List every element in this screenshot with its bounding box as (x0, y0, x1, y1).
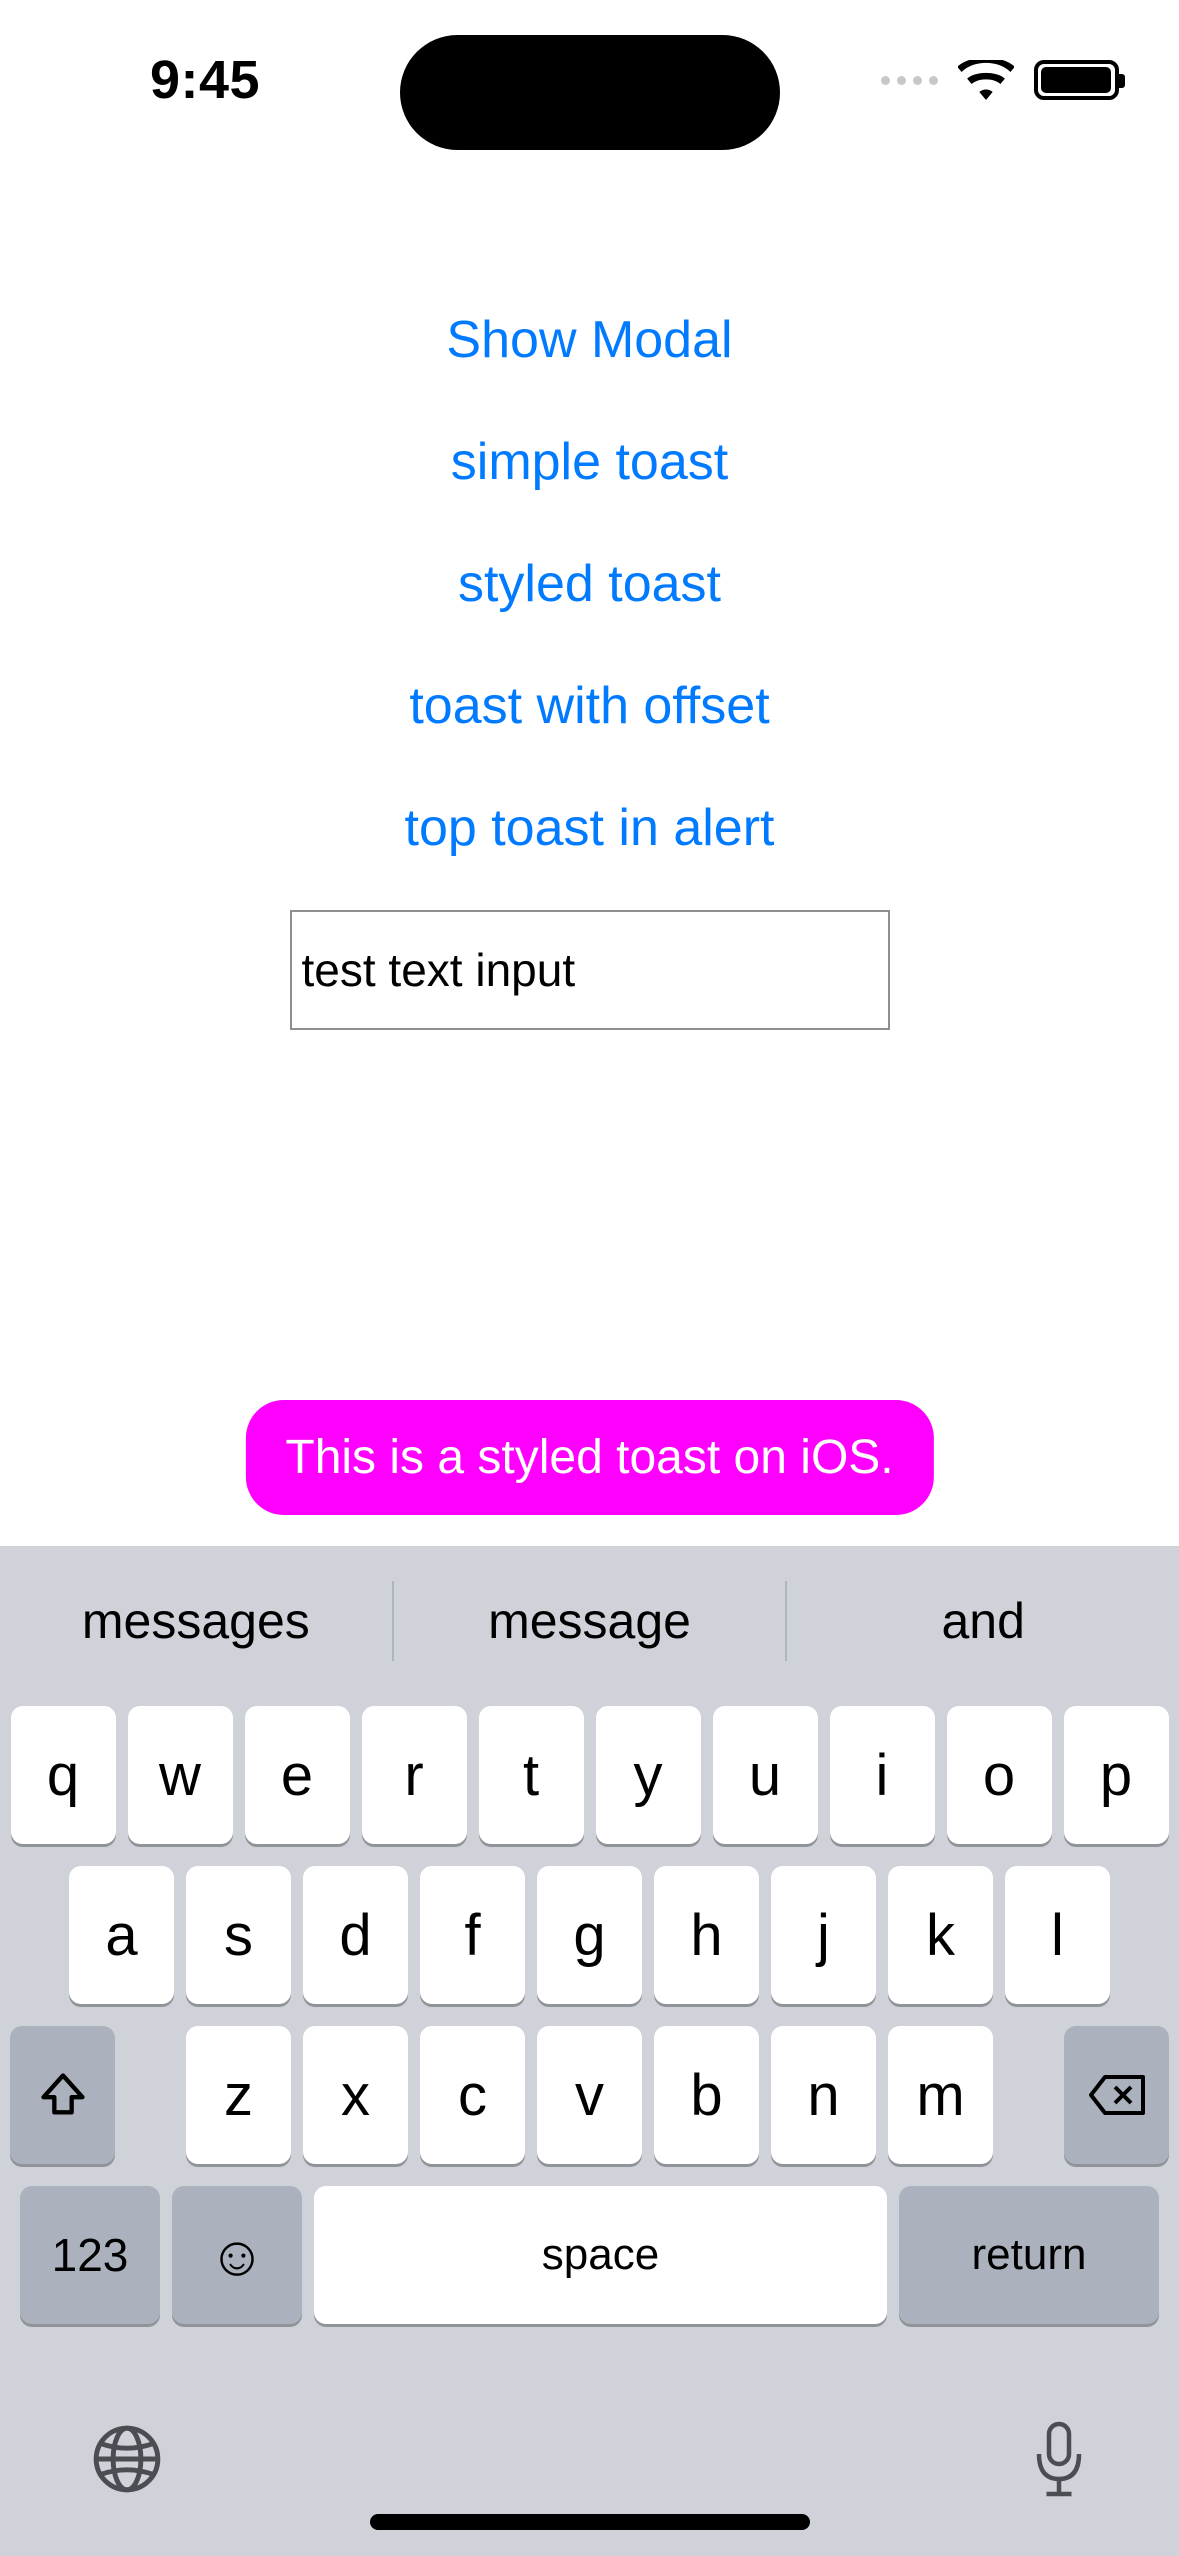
numeric-key[interactable]: 123 (20, 2186, 160, 2324)
key-l[interactable]: l (1005, 1866, 1110, 2004)
key-x[interactable]: x (303, 2026, 408, 2164)
key-n[interactable]: n (771, 2026, 876, 2164)
key-p[interactable]: p (1064, 1706, 1169, 1844)
shift-icon (37, 2069, 89, 2121)
key-z[interactable]: z (186, 2026, 291, 2164)
battery-icon (1034, 60, 1119, 100)
key-s[interactable]: s (186, 1866, 291, 2004)
styled-toast: This is a styled toast on iOS. (245, 1400, 933, 1515)
key-u[interactable]: u (713, 1706, 818, 1844)
main-content: Show Modal simple toast styled toast toa… (0, 310, 1179, 1030)
status-time: 9:45 (80, 49, 260, 111)
key-q[interactable]: q (11, 1706, 116, 1844)
key-row-1: q w e r t y u i o p (10, 1706, 1169, 1844)
show-modal-button[interactable]: Show Modal (446, 310, 732, 370)
styled-toast-button[interactable]: styled toast (458, 554, 721, 614)
key-m[interactable]: m (888, 2026, 993, 2164)
key-c[interactable]: c (420, 2026, 525, 2164)
key-o[interactable]: o (947, 1706, 1052, 1844)
wifi-icon (958, 60, 1014, 100)
key-i[interactable]: i (830, 1706, 935, 1844)
test-text-input[interactable] (290, 910, 890, 1030)
key-t[interactable]: t (479, 1706, 584, 1844)
key-f[interactable]: f (420, 1866, 525, 2004)
prediction-2[interactable]: and (787, 1592, 1179, 1650)
status-right-icons (881, 60, 1119, 100)
toast-offset-button[interactable]: toast with offset (409, 676, 769, 736)
key-b[interactable]: b (654, 2026, 759, 2164)
key-h[interactable]: h (654, 1866, 759, 2004)
top-toast-alert-button[interactable]: top toast in alert (405, 798, 775, 858)
key-a[interactable]: a (69, 1866, 174, 2004)
key-y[interactable]: y (596, 1706, 701, 1844)
dynamic-island (400, 35, 780, 150)
microphone-icon[interactable] (1029, 2419, 1089, 2504)
key-k[interactable]: k (888, 1866, 993, 2004)
key-row-3: z x c v b n m (10, 2026, 1169, 2164)
backspace-key[interactable] (1064, 2026, 1169, 2164)
return-key[interactable]: return (899, 2186, 1159, 2324)
shift-key[interactable] (10, 2026, 115, 2164)
key-e[interactable]: e (245, 1706, 350, 1844)
predictive-bar: messages message and (0, 1546, 1179, 1696)
emoji-icon: ☺ (208, 2223, 265, 2288)
key-v[interactable]: v (537, 2026, 642, 2164)
key-row-2: a s d f g h j k l (10, 1866, 1169, 2004)
keyboard: messages message and q w e r t y u i o p… (0, 1546, 1179, 2556)
home-indicator[interactable] (370, 2514, 810, 2530)
simple-toast-button[interactable]: simple toast (451, 432, 728, 492)
status-bar: 9:45 (0, 0, 1179, 160)
space-key[interactable]: space (314, 2186, 887, 2324)
key-r[interactable]: r (362, 1706, 467, 1844)
emoji-key[interactable]: ☺ (172, 2186, 302, 2324)
key-d[interactable]: d (303, 1866, 408, 2004)
backspace-icon (1087, 2073, 1147, 2117)
prediction-1[interactable]: message (394, 1592, 786, 1650)
key-j[interactable]: j (771, 1866, 876, 2004)
key-g[interactable]: g (537, 1866, 642, 2004)
key-w[interactable]: w (128, 1706, 233, 1844)
globe-icon[interactable] (90, 2422, 164, 2501)
key-row-bottom: 123 ☺ space return (10, 2186, 1169, 2324)
cellular-icon (881, 76, 938, 85)
prediction-0[interactable]: messages (0, 1592, 392, 1650)
